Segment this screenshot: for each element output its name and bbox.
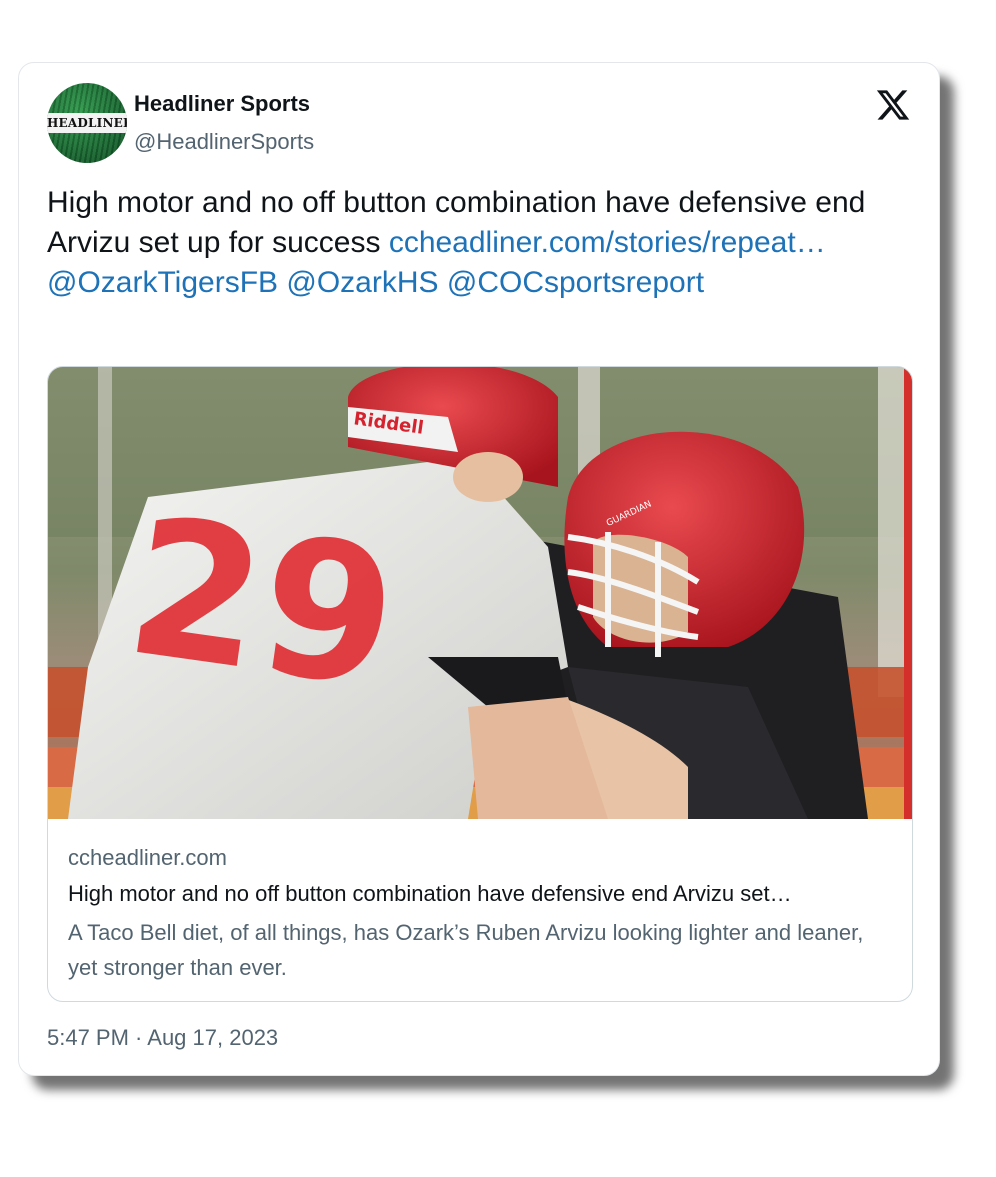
avatar-logo-text: HEADLINER: [47, 113, 127, 133]
link-preview-card[interactable]: 29 Riddell GUARDIAN ccheadliner.com High…: [47, 366, 913, 1002]
article-photo[interactable]: 29 Riddell GUARDIAN: [48, 367, 913, 819]
jersey-number: 29: [116, 476, 409, 732]
tweet-body: High motor and no off button combination…: [47, 183, 917, 303]
x-logo-icon[interactable]: [875, 87, 911, 123]
tweet-link[interactable]: ccheadliner.com/stories/repeat…: [389, 226, 826, 259]
author-handle[interactable]: @HeadlinerSports: [134, 129, 314, 155]
mention-ozarktigersfb[interactable]: @OzarkTigersFB: [47, 266, 278, 299]
mention-ozarkhs[interactable]: @OzarkHS: [286, 266, 438, 299]
card-domain[interactable]: ccheadliner.com: [68, 845, 227, 871]
author-avatar[interactable]: HEADLINER: [47, 83, 127, 163]
tweet-card[interactable]: HEADLINER Headliner Sports @HeadlinerSpo…: [18, 62, 940, 1076]
card-description: A Taco Bell diet, of all things, has Oza…: [68, 920, 864, 980]
card-title[interactable]: High motor and no off button combination…: [68, 881, 898, 907]
mention-cocsportsreport[interactable]: @COCsportsreport: [447, 266, 704, 299]
tweet-timestamp[interactable]: 5:47 PM · Aug 17, 2023: [47, 1025, 278, 1051]
author-name[interactable]: Headliner Sports: [134, 91, 310, 117]
